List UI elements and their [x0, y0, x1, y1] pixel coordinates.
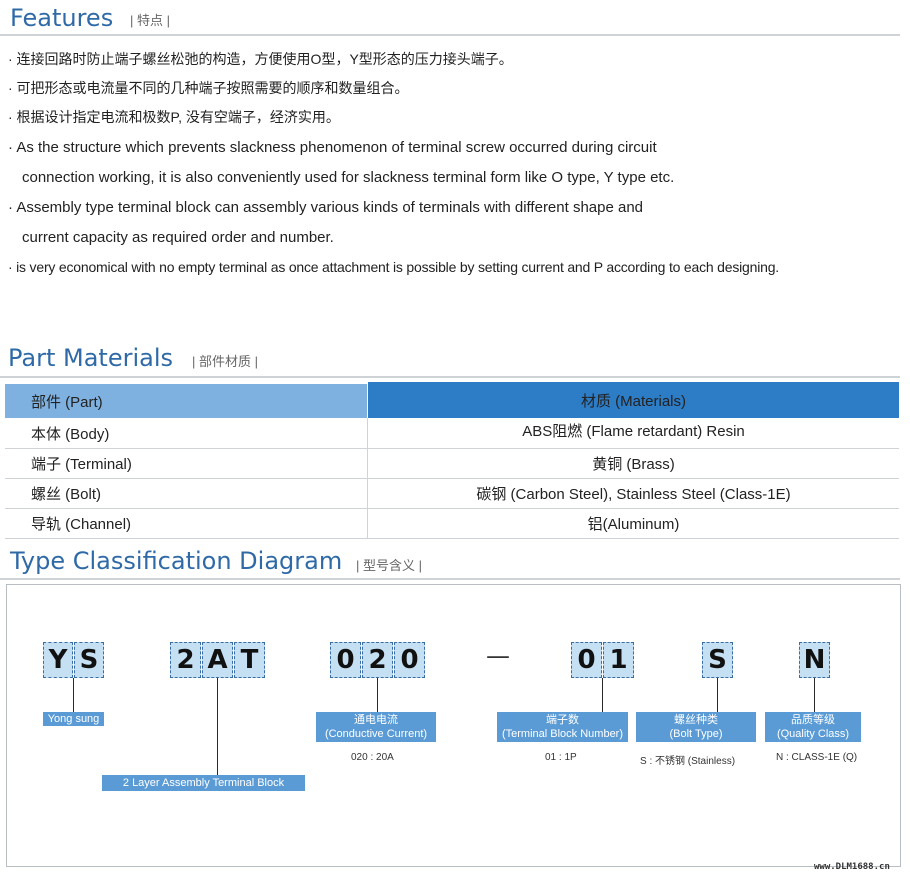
code-char-0c: 0	[571, 642, 602, 678]
table-row-terminal-material: 黄铜 (Brass)	[592, 455, 675, 473]
table-row-bolt-part: 螺丝 (Bolt)	[31, 485, 102, 503]
table-row-channel-material: 铝(Aluminum)	[587, 515, 680, 533]
label-yong-sung-text: Yong sung	[47, 713, 100, 725]
code-char-T: T	[234, 642, 265, 678]
code-char-A: A	[202, 642, 233, 678]
note-bolt: S : 不锈钢 (Stainless)	[640, 756, 736, 767]
feature-en-1b: connection working, it is also convenien…	[22, 169, 675, 186]
code-char-0b: 0	[394, 642, 425, 678]
label-qual-cn: 品质等级	[791, 714, 835, 726]
table-bottom-border	[5, 538, 899, 539]
table-row-terminal-part: 端子 (Terminal)	[31, 455, 132, 473]
note-current: 020 : 20A	[351, 752, 394, 763]
code-char-2b: 2	[362, 642, 393, 678]
code-char-Y: Y	[43, 642, 73, 678]
code-char-1: 1	[603, 642, 634, 678]
connector-line	[377, 678, 378, 712]
feature-en-1: · As the structure which prevents slackn…	[8, 139, 657, 156]
type-title: Type Classification Diagram	[10, 547, 343, 575]
features-divider	[0, 34, 900, 36]
connector-line	[217, 678, 218, 775]
table-row-channel-part: 导轨 (Channel)	[31, 515, 132, 533]
feature-en-2: · Assembly type terminal block can assem…	[8, 199, 644, 216]
label-terminal-block-number: 端子数 (Terminal Block Number)	[497, 712, 628, 742]
feature-cn-2: · 可把形态或电流量不同的几种端子按照需要的顺序和数量组合。	[8, 80, 409, 96]
label-current-en: (Conductive Current)	[324, 728, 428, 740]
label-bolt-type: 螺丝种类 (Bolt Type)	[636, 712, 756, 742]
code-char-S2: S	[702, 642, 733, 678]
feature-cn-1: · 连接回路时防止端子螺丝松弛的构造，方便使用O型，Y型形态的压力接头端子。	[8, 51, 513, 67]
feature-cn-3: · 根据设计指定电流和极数P, 没有空端子，经济实用。	[8, 109, 340, 125]
label-quality-class: 品质等级 (Quality Class)	[765, 712, 861, 742]
feature-en-2b: current capacity as required order and n…	[22, 229, 334, 246]
materials-divider	[0, 376, 900, 378]
type-subtitle: | 型号含义 |	[356, 558, 422, 573]
label-qual-en: (Quality Class)	[776, 728, 850, 740]
connector-line	[73, 678, 74, 712]
label-yong-sung: Yong sung	[43, 712, 104, 726]
label-tbn-cn: 端子数	[546, 714, 579, 726]
table-row-body-part: 本体 (Body)	[31, 425, 110, 443]
code-dash: —	[486, 642, 510, 670]
materials-title: Part Materials	[8, 344, 174, 372]
feature-en-3: · is very economical with no empty termi…	[8, 259, 779, 275]
table-header-part: 部件 (Part)	[5, 384, 367, 418]
note-quality: N : CLASS-1E (Q)	[776, 752, 858, 763]
label-bolt-cn: 螺丝种类	[674, 714, 718, 726]
table-row-bolt-material: 碳钢 (Carbon Steel), Stainless Steel (Clas…	[476, 485, 791, 503]
code-char-S: S	[74, 642, 104, 678]
connector-line	[717, 678, 718, 712]
table-header-materials: 材质 (Materials)	[368, 382, 899, 418]
code-char-2: 2	[170, 642, 201, 678]
features-title: Features	[10, 4, 114, 32]
label-2-layer-text: 2 Layer Assembly Terminal Block	[122, 777, 285, 789]
label-2-layer: 2 Layer Assembly Terminal Block	[102, 775, 305, 791]
features-subtitle: | 特点 |	[130, 13, 170, 28]
connector-line	[602, 678, 603, 712]
code-char-N: N	[799, 642, 830, 678]
table-row-body-material: ABS阻燃 (Flame retardant) Resin	[522, 422, 745, 440]
watermark: www.DLM1688.cn	[814, 862, 890, 872]
note-tbn: 01 : 1P	[545, 752, 577, 763]
label-bolt-en: (Bolt Type)	[669, 728, 723, 740]
label-tbn-en: (Terminal Block Number)	[501, 728, 624, 740]
code-char-0a: 0	[330, 642, 361, 678]
label-conductive-current: 通电电流 (Conductive Current)	[316, 712, 436, 742]
materials-subtitle: | 部件材质 |	[192, 354, 258, 369]
connector-line	[814, 678, 815, 712]
label-current-cn: 通电电流	[354, 714, 398, 726]
type-divider	[0, 578, 900, 580]
